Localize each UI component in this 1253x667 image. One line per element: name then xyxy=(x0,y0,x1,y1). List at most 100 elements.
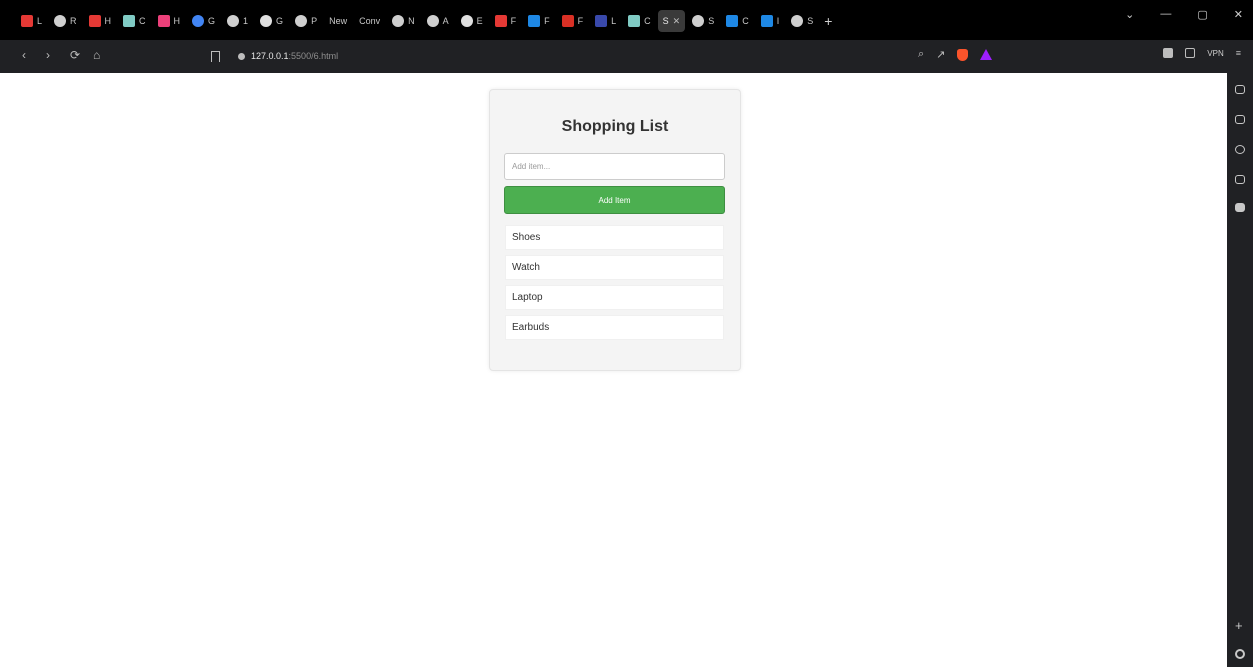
maximize-button[interactable]: ▢ xyxy=(1197,8,1207,21)
browser-side-panel: + xyxy=(1227,73,1253,667)
tab-label: New xyxy=(329,16,348,26)
browser-tab[interactable]: G xyxy=(187,10,220,32)
toolbar-right: VPN ≡ xyxy=(1163,48,1241,58)
list-item[interactable]: Earbuds xyxy=(505,315,724,340)
side-panel-icon[interactable] xyxy=(1235,203,1245,212)
share-icon[interactable]: ↗ xyxy=(936,48,945,61)
wallet-icon[interactable] xyxy=(1185,48,1196,58)
home-icon[interactable]: ⌂ xyxy=(93,48,100,62)
add-item-input[interactable] xyxy=(504,153,725,180)
add-item-button[interactable]: Add Item xyxy=(504,186,725,214)
settings-gear-icon[interactable] xyxy=(1235,649,1245,659)
browser-tab[interactable]: S xyxy=(687,10,719,32)
browser-tab[interactable]: G xyxy=(255,10,288,32)
tab-label: H xyxy=(173,16,181,26)
url-host: 127.0.0.1 xyxy=(251,51,289,61)
browser-tab[interactable]: H xyxy=(84,10,117,32)
tab-label: P xyxy=(311,16,318,26)
tab-label: L xyxy=(611,16,617,26)
browser-tab[interactable]: C xyxy=(118,10,151,32)
add-panel-icon[interactable]: + xyxy=(1235,618,1243,633)
tab-label: G xyxy=(276,16,284,26)
browser-tab[interactable]: New xyxy=(324,10,352,32)
brave-rewards-icon[interactable] xyxy=(980,49,993,60)
back-button[interactable]: ‹ xyxy=(22,48,26,62)
shopping-list-card: Shopping List Add Item Shoes Watch Laptop E… xyxy=(489,89,741,371)
browser-tab[interactable]: R xyxy=(49,10,82,32)
tab-favicon-icon xyxy=(528,15,541,27)
side-panel-icon[interactable] xyxy=(1235,175,1245,184)
address-bar[interactable]: 127.0.0.1:5500/6.html xyxy=(238,48,338,64)
side-panel-icon[interactable] xyxy=(1235,145,1245,154)
tab-favicon-icon xyxy=(791,15,804,27)
browser-tab[interactable]: L xyxy=(590,10,621,32)
browser-tab[interactable]: S xyxy=(786,10,818,32)
tab-label: S xyxy=(708,16,715,26)
browser-tab[interactable]: A xyxy=(422,10,454,32)
list-item[interactable]: Laptop xyxy=(505,285,724,310)
tab-label: C xyxy=(139,16,146,26)
tab-label: C xyxy=(742,16,749,26)
menu-icon[interactable]: ≡ xyxy=(1236,48,1241,58)
browser-tab[interactable]: F xyxy=(490,10,522,32)
tab-favicon-icon xyxy=(595,15,608,27)
url-path: :5500/6.html xyxy=(288,51,339,61)
tab-favicon-icon xyxy=(494,15,507,27)
list-item[interactable]: Watch xyxy=(505,255,724,280)
tab-label: F xyxy=(544,16,550,26)
shopping-list: Shoes Watch Laptop Earbuds xyxy=(505,225,724,345)
tab-search-icon[interactable]: ⌄ xyxy=(1125,8,1134,21)
bookmark-icon[interactable] xyxy=(211,51,220,62)
tab-favicon-icon xyxy=(460,15,473,27)
new-tab-button[interactable]: + xyxy=(824,13,832,29)
tab-favicon-icon xyxy=(392,15,405,27)
tab-label: N xyxy=(408,16,415,26)
tab-favicon-icon xyxy=(628,15,641,27)
tab-list: L R H C H G 1 G P New Conv N A E F F F L C S ✕ S C I S + xyxy=(16,10,832,32)
side-panel-icon[interactable] xyxy=(1235,85,1245,94)
close-window-button[interactable]: ✕ xyxy=(1234,8,1243,21)
browser-tab-strip: L R H C H G 1 G P New Conv N A E F F F L C S ✕ S C I S + ⌄ — ▢ ✕ xyxy=(0,0,1253,40)
browser-tab[interactable]: L xyxy=(16,10,47,32)
browser-tab[interactable]: F xyxy=(557,10,589,32)
brave-shields-icon[interactable] xyxy=(957,48,969,61)
tab-label: E xyxy=(476,16,483,26)
tab-label: R xyxy=(70,16,77,26)
tab-label: I xyxy=(776,16,780,26)
browser-tab[interactable]: F xyxy=(523,10,555,32)
tab-favicon-icon xyxy=(123,15,136,27)
minimize-button[interactable]: — xyxy=(1160,8,1171,21)
tab-favicon-icon xyxy=(260,15,273,27)
tab-favicon-icon xyxy=(21,15,33,27)
browser-tab[interactable]: N xyxy=(387,10,420,32)
forward-button[interactable]: › xyxy=(46,48,50,62)
vpn-button[interactable]: VPN xyxy=(1207,49,1223,58)
browser-tab[interactable]: H xyxy=(153,10,186,32)
browser-tab[interactable]: C xyxy=(623,10,656,32)
site-info-icon[interactable] xyxy=(238,52,245,60)
tab-favicon-icon xyxy=(561,15,574,27)
tab-favicon-icon xyxy=(426,15,439,27)
browser-tab[interactable]: 1 xyxy=(222,10,253,32)
tab-label: S xyxy=(662,16,669,26)
browser-tab[interactable]: C xyxy=(721,10,754,32)
browser-tab[interactable]: E xyxy=(456,10,488,32)
tab-label: L xyxy=(37,16,43,26)
page-viewport: Shopping List Add Item Shoes Watch Laptop E… xyxy=(0,73,1227,667)
browser-tab[interactable]: S ✕ xyxy=(657,10,686,32)
browser-tab[interactable]: Conv xyxy=(354,10,385,32)
page-title: Shopping List xyxy=(561,118,669,135)
close-tab-icon[interactable]: ✕ xyxy=(673,16,681,27)
list-item[interactable]: Shoes xyxy=(505,225,724,250)
reload-icon[interactable]: ⟳ xyxy=(70,48,80,62)
browser-tab[interactable]: P xyxy=(290,10,322,32)
tab-label: G xyxy=(208,16,216,26)
tab-label: A xyxy=(442,16,449,26)
browser-toolbar: ‹ › ⟳ ⌂ 127.0.0.1:5500/6.html ⌕ ↗ VPN ≡ xyxy=(0,40,1253,73)
zoom-icon[interactable]: ⌕ xyxy=(918,48,924,61)
window-controls: ⌄ — ▢ ✕ xyxy=(1125,8,1243,21)
browser-tab[interactable]: I xyxy=(756,10,785,32)
side-panel-icon[interactable] xyxy=(1235,115,1245,124)
sidebar-toggle-icon[interactable] xyxy=(1163,48,1174,58)
tab-favicon-icon xyxy=(295,15,308,27)
